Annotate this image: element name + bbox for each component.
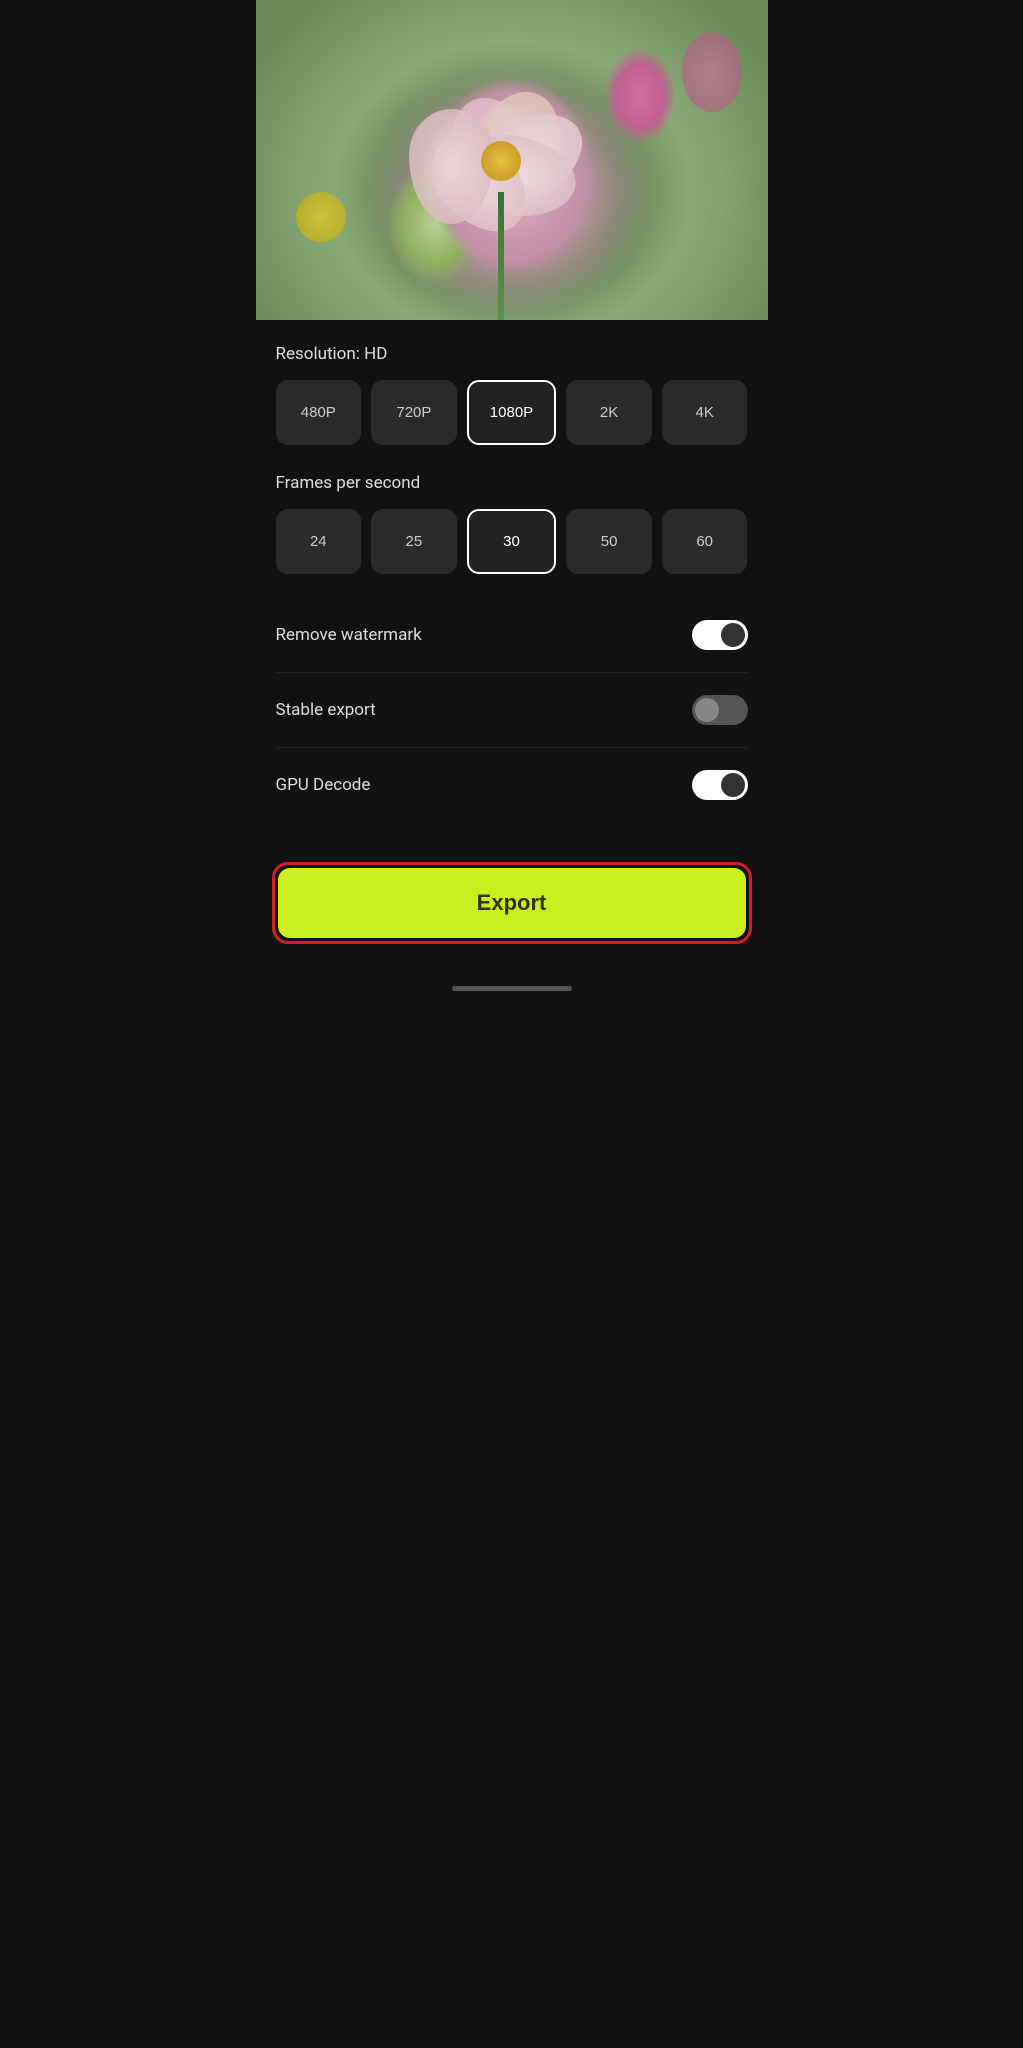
export-border: Export — [272, 862, 752, 944]
remove-watermark-thumb — [721, 623, 745, 647]
resolution-4k[interactable]: 4K — [662, 380, 748, 445]
video-thumbnail — [256, 0, 768, 320]
settings-panel: Resolution: HD 480P 720P 1080P 2K 4K Fra… — [256, 320, 768, 842]
remove-watermark-row: Remove watermark — [276, 602, 748, 668]
fps-section: Frames per second 24 25 30 50 60 — [276, 473, 748, 574]
home-bar — [452, 986, 572, 991]
remove-watermark-label: Remove watermark — [276, 625, 422, 645]
resolution-label: Resolution: HD — [276, 344, 748, 364]
remove-watermark-track — [692, 620, 748, 650]
gpu-decode-label: GPU Decode — [276, 775, 371, 795]
resolution-section: Resolution: HD 480P 720P 1080P 2K 4K — [276, 344, 748, 445]
stable-export-thumb — [695, 698, 719, 722]
stable-export-track — [692, 695, 748, 725]
home-indicator — [256, 974, 768, 999]
stable-export-toggle[interactable] — [692, 695, 748, 725]
video-preview[interactable] — [256, 0, 768, 320]
fps-60[interactable]: 60 — [662, 509, 748, 574]
export-button[interactable]: Export — [278, 868, 746, 938]
fps-25[interactable]: 25 — [371, 509, 457, 574]
fps-30[interactable]: 30 — [467, 509, 557, 574]
resolution-options: 480P 720P 1080P 2K 4K — [276, 380, 748, 445]
fps-50[interactable]: 50 — [566, 509, 652, 574]
resolution-480p[interactable]: 480P — [276, 380, 362, 445]
gpu-decode-row: GPU Decode — [276, 752, 748, 818]
resolution-1080p[interactable]: 1080P — [467, 380, 557, 445]
gpu-decode-toggle[interactable] — [692, 770, 748, 800]
gpu-decode-thumb — [721, 773, 745, 797]
resolution-2k[interactable]: 2K — [566, 380, 652, 445]
fps-24[interactable]: 24 — [276, 509, 362, 574]
gpu-decode-track — [692, 770, 748, 800]
remove-watermark-toggle[interactable] — [692, 620, 748, 650]
fps-options: 24 25 30 50 60 — [276, 509, 748, 574]
fps-label: Frames per second — [276, 473, 748, 493]
resolution-720p[interactable]: 720P — [371, 380, 457, 445]
export-section: Export — [256, 842, 768, 974]
stable-export-label: Stable export — [276, 700, 376, 720]
stable-export-row: Stable export — [276, 677, 748, 743]
